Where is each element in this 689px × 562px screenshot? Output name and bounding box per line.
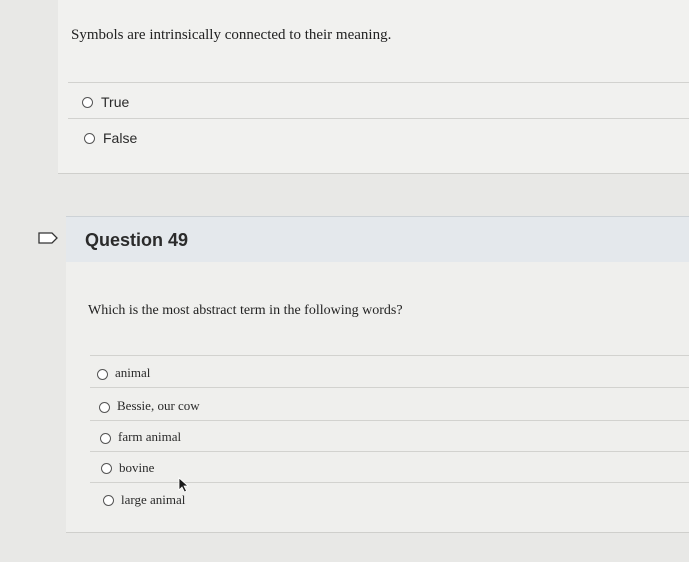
- question-49-header: Question 49: [66, 216, 689, 263]
- flag-icon[interactable]: [38, 232, 58, 244]
- question-48-card: Symbols are intrinsically connected to t…: [58, 0, 689, 174]
- option-animal-label: animal: [115, 365, 151, 380]
- option-farm-animal-label: farm animal: [118, 429, 182, 444]
- divider: [90, 387, 689, 388]
- radio-large-animal[interactable]: [103, 495, 114, 506]
- question-48-text: Symbols are intrinsically connected to t…: [71, 27, 392, 43]
- radio-false[interactable]: [84, 133, 95, 144]
- question-49-title: Question 49: [85, 230, 189, 250]
- radio-true[interactable]: [82, 97, 93, 108]
- divider: [90, 355, 689, 356]
- radio-bessie[interactable]: [99, 402, 110, 413]
- radio-farm-animal[interactable]: [100, 433, 111, 444]
- divider: [68, 118, 689, 119]
- option-large-animal-label: large animal: [121, 492, 186, 507]
- option-bessie-label: Bessie, our cow: [117, 398, 200, 413]
- option-bovine-label: bovine: [119, 460, 155, 475]
- question-49-text: Which is the most abstract term in the f…: [88, 303, 403, 318]
- option-false-label: False: [103, 130, 138, 146]
- divider: [90, 420, 689, 421]
- radio-bovine[interactable]: [101, 463, 112, 474]
- divider: [90, 451, 689, 452]
- divider: [68, 82, 689, 83]
- radio-animal[interactable]: [97, 369, 108, 380]
- mouse-cursor-icon: [178, 477, 190, 493]
- option-true-label: True: [101, 94, 130, 110]
- question-49-card: Which is the most abstract term in the f…: [66, 262, 689, 533]
